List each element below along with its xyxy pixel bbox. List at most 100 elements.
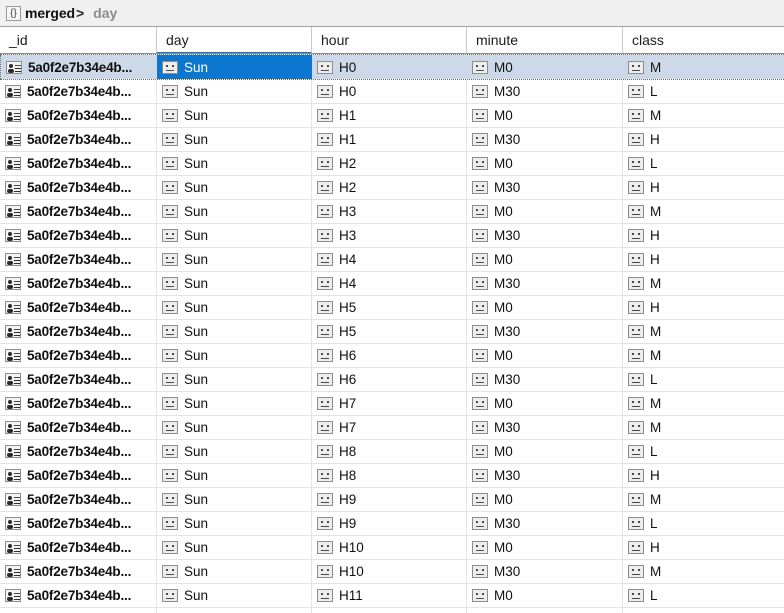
cell-id[interactable]: 5a0f2e7b34e4b...: [0, 344, 157, 367]
cell-hour[interactable]: H11: [312, 608, 467, 613]
cell-day[interactable]: Sun: [157, 128, 312, 151]
cell-id[interactable]: 5a0f2e7b34e4b...: [0, 176, 157, 199]
cell-class[interactable]: H: [623, 224, 784, 247]
cell-minute[interactable]: M0: [467, 536, 623, 559]
table-row[interactable]: 5a0f2e7b34e4b... Sun H2 M30 H: [0, 176, 784, 200]
table-row[interactable]: 5a0f2e7b34e4b... Sun H8 M0 L: [0, 440, 784, 464]
table-row[interactable]: 5a0f2e7b34e4b... Sun H6 M30 L: [0, 368, 784, 392]
cell-class[interactable]: M: [623, 488, 784, 511]
cell-minute[interactable]: M0: [467, 392, 623, 415]
cell-id[interactable]: 5a0f2e7b34e4b...: [0, 248, 157, 271]
column-header-hour[interactable]: hour: [312, 27, 467, 53]
cell-id[interactable]: 5a0f2e7b34e4b...: [0, 320, 157, 343]
cell-hour[interactable]: H7: [312, 416, 467, 439]
table-row[interactable]: 5a0f2e7b34e4b... Sun H5 M0 H: [0, 296, 784, 320]
cell-minute[interactable]: M0: [467, 152, 623, 175]
cell-hour[interactable]: H5: [312, 296, 467, 319]
cell-class[interactable]: H: [623, 608, 784, 613]
cell-minute[interactable]: M0: [467, 344, 623, 367]
table-row[interactable]: 5a0f2e7b34e4b... Sun H1 M0 M: [0, 104, 784, 128]
table-row[interactable]: 5a0f2e7b34e4b... Sun H5 M30 M: [0, 320, 784, 344]
cell-id[interactable]: 5a0f2e7b34e4b...: [0, 152, 157, 175]
cell-hour[interactable]: H2: [312, 152, 467, 175]
table-row[interactable]: 5a0f2e7b34e4b...SunH11M30H: [0, 608, 784, 613]
cell-minute[interactable]: M30: [467, 176, 623, 199]
cell-hour[interactable]: H0: [312, 55, 467, 79]
table-row[interactable]: 5a0f2e7b34e4b... Sun H3 M0 M: [0, 200, 784, 224]
table-row[interactable]: 5a0f2e7b34e4b... Sun H10 M0 H: [0, 536, 784, 560]
cell-minute[interactable]: M0: [467, 248, 623, 271]
cell-day[interactable]: Sun: [157, 416, 312, 439]
column-header-minute[interactable]: minute: [467, 27, 623, 53]
cell-hour[interactable]: H3: [312, 200, 467, 223]
cell-class[interactable]: L: [623, 584, 784, 607]
cell-minute[interactable]: M0: [467, 296, 623, 319]
cell-id[interactable]: 5a0f2e7b34e4b...: [0, 296, 157, 319]
cell-minute[interactable]: M30: [467, 368, 623, 391]
table-row[interactable]: 5a0f2e7b34e4b... Sun H11 M0 L: [0, 584, 784, 608]
cell-class[interactable]: H: [623, 248, 784, 271]
cell-day[interactable]: Sun: [157, 55, 312, 79]
cell-hour[interactable]: H11: [312, 584, 467, 607]
cell-hour[interactable]: H0: [312, 80, 467, 103]
cell-class[interactable]: M: [623, 272, 784, 295]
cell-class[interactable]: H: [623, 128, 784, 151]
table-row[interactable]: 5a0f2e7b34e4b... Sun H4 M30 M: [0, 272, 784, 296]
cell-class[interactable]: M: [623, 104, 784, 127]
cell-day[interactable]: Sun: [157, 224, 312, 247]
cell-class[interactable]: M: [623, 55, 784, 79]
cell-minute[interactable]: M30: [467, 128, 623, 151]
cell-class[interactable]: M: [623, 560, 784, 583]
cell-day[interactable]: Sun: [157, 344, 312, 367]
cell-id[interactable]: 5a0f2e7b34e4b...: [0, 55, 157, 79]
cell-hour[interactable]: H8: [312, 440, 467, 463]
cell-id[interactable]: 5a0f2e7b34e4b...: [0, 464, 157, 487]
cell-minute[interactable]: M30: [467, 224, 623, 247]
grid-body[interactable]: 5a0f2e7b34e4b... Sun H0 M0 M 5a0f2e7b34e4b...…: [0, 54, 784, 613]
table-row[interactable]: 5a0f2e7b34e4b... Sun H8 M30 H: [0, 464, 784, 488]
cell-minute[interactable]: M30: [467, 464, 623, 487]
cell-class[interactable]: M: [623, 392, 784, 415]
cell-id[interactable]: 5a0f2e7b34e4b...: [0, 368, 157, 391]
cell-id[interactable]: 5a0f2e7b34e4b...: [0, 488, 157, 511]
cell-day[interactable]: Sun: [157, 392, 312, 415]
cell-id[interactable]: 5a0f2e7b34e4b...: [0, 224, 157, 247]
cell-hour[interactable]: H10: [312, 560, 467, 583]
cell-class[interactable]: L: [623, 152, 784, 175]
cell-day[interactable]: Sun: [157, 440, 312, 463]
cell-minute[interactable]: M30: [467, 272, 623, 295]
cell-hour[interactable]: H9: [312, 512, 467, 535]
cell-day[interactable]: Sun: [157, 320, 312, 343]
cell-id[interactable]: 5a0f2e7b34e4b...: [0, 392, 157, 415]
cell-class[interactable]: M: [623, 320, 784, 343]
cell-class[interactable]: H: [623, 296, 784, 319]
table-row[interactable]: 5a0f2e7b34e4b... Sun H6 M0 M: [0, 344, 784, 368]
cell-hour[interactable]: H1: [312, 128, 467, 151]
cell-hour[interactable]: H6: [312, 344, 467, 367]
cell-class[interactable]: L: [623, 512, 784, 535]
cell-day[interactable]: Sun: [157, 80, 312, 103]
cell-minute[interactable]: M30: [467, 416, 623, 439]
table-row[interactable]: 5a0f2e7b34e4b... Sun H0 M0 M: [0, 54, 784, 80]
cell-class[interactable]: M: [623, 416, 784, 439]
cell-class[interactable]: M: [623, 200, 784, 223]
data-grid[interactable]: _id day hour minute class 5a0f2e7b34e4b... Su…: [0, 27, 784, 613]
cell-hour[interactable]: H7: [312, 392, 467, 415]
cell-hour[interactable]: H8: [312, 464, 467, 487]
cell-minute[interactable]: M30: [467, 560, 623, 583]
table-row[interactable]: 5a0f2e7b34e4b... Sun H9 M0 M: [0, 488, 784, 512]
cell-id[interactable]: 5a0f2e7b34e4b...: [0, 512, 157, 535]
cell-id[interactable]: 5a0f2e7b34e4b...: [0, 416, 157, 439]
cell-hour[interactable]: H4: [312, 272, 467, 295]
cell-minute[interactable]: M30: [467, 512, 623, 535]
table-row[interactable]: 5a0f2e7b34e4b... Sun H0 M30 L: [0, 80, 784, 104]
cell-hour[interactable]: H9: [312, 488, 467, 511]
cell-id[interactable]: 5a0f2e7b34e4b...: [0, 200, 157, 223]
cell-day[interactable]: Sun: [157, 152, 312, 175]
cell-id[interactable]: 5a0f2e7b34e4b...: [0, 536, 157, 559]
cell-id[interactable]: 5a0f2e7b34e4b...: [0, 440, 157, 463]
column-header-id[interactable]: _id: [0, 27, 157, 53]
table-row[interactable]: 5a0f2e7b34e4b... Sun H7 M0 M: [0, 392, 784, 416]
cell-minute[interactable]: M0: [467, 584, 623, 607]
breadcrumb-leaf[interactable]: day: [93, 5, 117, 21]
